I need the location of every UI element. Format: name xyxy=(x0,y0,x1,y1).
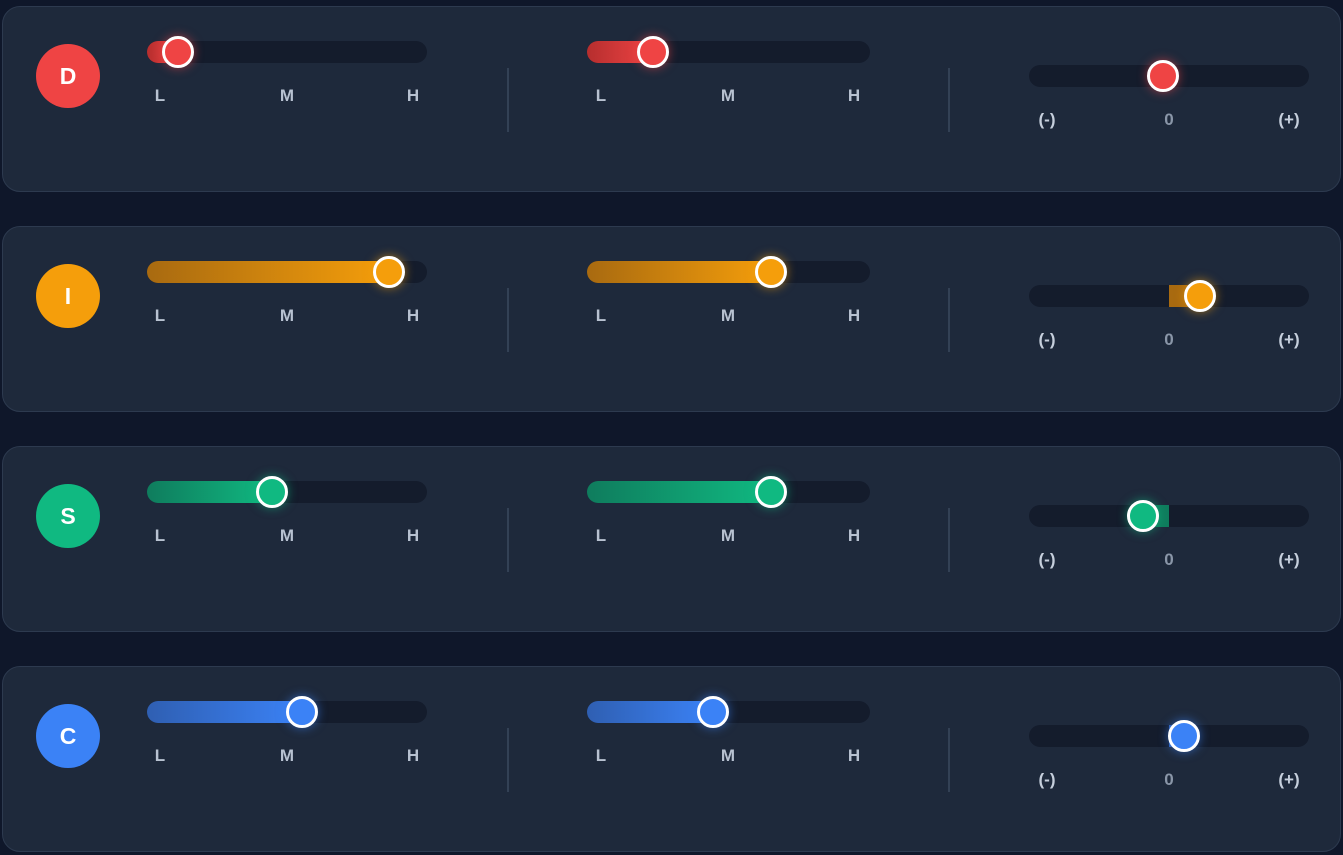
scale-label-negative: (-) xyxy=(1038,550,1056,569)
scale-label-negative: (-) xyxy=(1038,330,1056,349)
scale-label-mid: M xyxy=(720,746,736,765)
profile-card-d: D L M H L M H (-) 0 (+) xyxy=(2,6,1341,192)
slider-handle[interactable] xyxy=(1126,500,1159,532)
slider-handle[interactable] xyxy=(637,36,670,68)
avatar-s: S xyxy=(36,484,100,548)
scale-label-high: H xyxy=(847,86,861,105)
scale-label-low: L xyxy=(154,746,166,765)
slider-fill xyxy=(587,481,772,503)
slider-handle[interactable] xyxy=(1146,60,1179,92)
slider-fill xyxy=(147,701,302,723)
scale-label-high: H xyxy=(406,306,420,325)
scale-label-zero: 0 xyxy=(1164,770,1174,789)
slider-handle[interactable] xyxy=(1167,720,1200,752)
scale-label-zero: 0 xyxy=(1164,330,1174,349)
scale-label-high: H xyxy=(847,526,861,545)
slider-d-1[interactable] xyxy=(147,36,427,68)
slider-fill xyxy=(587,701,714,723)
avatar-d: D xyxy=(36,44,100,108)
divider xyxy=(507,508,509,572)
slider-c-1[interactable] xyxy=(147,696,427,728)
bipolar-slider-s[interactable] xyxy=(1029,500,1309,532)
slider-s-1[interactable] xyxy=(147,476,427,508)
slider-handle[interactable] xyxy=(285,696,318,728)
divider xyxy=(948,508,950,572)
divider xyxy=(948,288,950,352)
scale-label-low: L xyxy=(595,526,607,545)
divider xyxy=(507,728,509,792)
scale-label-mid: M xyxy=(720,86,736,105)
bipolar-slider-i[interactable] xyxy=(1029,280,1309,312)
scale-label-negative: (-) xyxy=(1038,110,1056,129)
divider xyxy=(948,728,950,792)
scale-label-low: L xyxy=(595,86,607,105)
scale-label-low: L xyxy=(154,86,166,105)
scale-label-high: H xyxy=(406,746,420,765)
scale-label-mid: M xyxy=(279,526,295,545)
slider-fill xyxy=(147,261,389,283)
profile-card-s: S L M H L M H (-) 0 (+) xyxy=(2,446,1341,632)
scale-label-positive: (+) xyxy=(1278,110,1300,129)
slider-c-2[interactable] xyxy=(587,696,870,728)
scale-label-low: L xyxy=(595,746,607,765)
bipolar-slider-c[interactable] xyxy=(1029,720,1309,752)
scale-label-mid: M xyxy=(279,86,295,105)
scale-label-high: H xyxy=(847,306,861,325)
slider-handle[interactable] xyxy=(755,476,788,508)
avatar-i: I xyxy=(36,264,100,328)
scale-label-zero: 0 xyxy=(1164,550,1174,569)
divider xyxy=(948,68,950,132)
scale-label-low: L xyxy=(154,306,166,325)
slider-fill xyxy=(147,481,273,503)
slider-i-2[interactable] xyxy=(587,256,870,288)
scale-label-mid: M xyxy=(720,306,736,325)
bipolar-slider-d[interactable] xyxy=(1029,60,1309,92)
slider-d-2[interactable] xyxy=(587,36,870,68)
slider-handle[interactable] xyxy=(755,256,788,288)
scale-label-mid: M xyxy=(720,526,736,545)
slider-handle[interactable] xyxy=(256,476,289,508)
profile-card-i: I L M H L M H (-) 0 (+) xyxy=(2,226,1341,412)
scale-label-high: H xyxy=(847,746,861,765)
slider-handle[interactable] xyxy=(372,256,405,288)
scale-label-high: H xyxy=(406,86,420,105)
divider xyxy=(507,288,509,352)
scale-label-high: H xyxy=(406,526,420,545)
scale-label-negative: (-) xyxy=(1038,770,1056,789)
slider-i-1[interactable] xyxy=(147,256,427,288)
scale-label-mid: M xyxy=(279,306,295,325)
scale-label-low: L xyxy=(595,306,607,325)
scale-label-mid: M xyxy=(279,746,295,765)
slider-s-2[interactable] xyxy=(587,476,870,508)
scale-label-positive: (+) xyxy=(1278,770,1300,789)
slider-handle[interactable] xyxy=(161,36,194,68)
slider-handle[interactable] xyxy=(697,696,730,728)
scale-label-low: L xyxy=(154,526,166,545)
slider-handle[interactable] xyxy=(1184,280,1216,312)
scale-label-positive: (+) xyxy=(1278,550,1300,569)
scale-label-zero: 0 xyxy=(1164,110,1174,129)
disc-profile-panel: D L M H L M H (-) 0 (+) I L M H L M H (-… xyxy=(0,0,1343,855)
divider xyxy=(507,68,509,132)
scale-label-positive: (+) xyxy=(1278,330,1300,349)
slider-fill xyxy=(587,261,772,283)
avatar-c: C xyxy=(36,704,100,768)
profile-card-c: C L M H L M H (-) 0 (+) xyxy=(2,666,1341,852)
